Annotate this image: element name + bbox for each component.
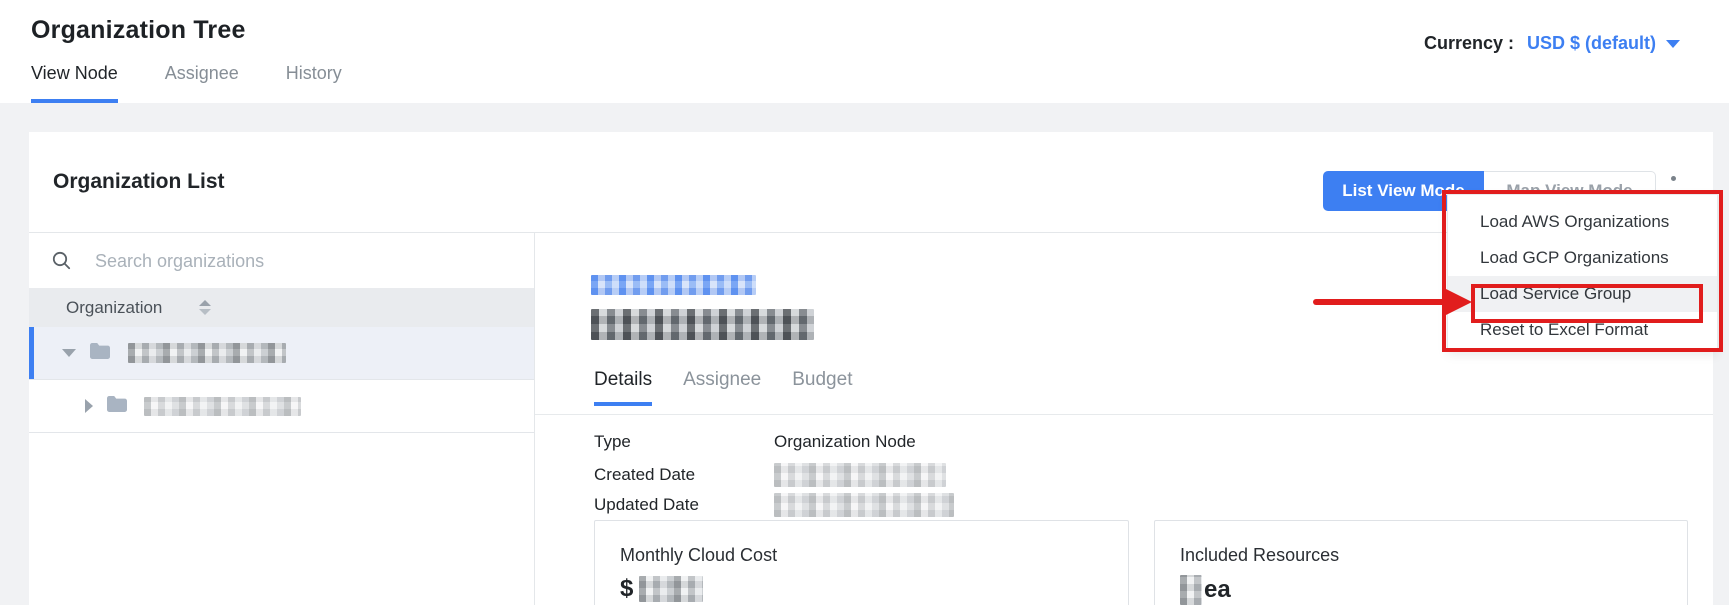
type-value: Organization Node: [774, 432, 916, 452]
tabs-divider: [535, 414, 1713, 415]
tab-detail-assignee[interactable]: Assignee: [683, 369, 761, 406]
panel-title: Organization List: [53, 170, 225, 194]
currency-selected-value: USD $ (default): [1527, 33, 1656, 54]
organization-tree-screen: Organization Tree View Node Assignee His…: [0, 0, 1729, 605]
type-label: Type: [594, 432, 774, 452]
included-resources-value: ea: [1180, 575, 1687, 605]
included-resources-card: Included Resources ea: [1154, 520, 1688, 605]
folder-icon: [106, 395, 128, 418]
menu-item-load-gcp-organizations[interactable]: Load GCP Organizations: [1448, 240, 1717, 276]
search-row: [29, 233, 534, 288]
currency-label: Currency :: [1424, 33, 1514, 54]
menu-item-load-service-group[interactable]: Load Service Group: [1448, 276, 1717, 312]
top-tab-bar: View Node Assignee History: [31, 63, 342, 103]
chevron-down-icon: [1666, 40, 1680, 48]
folder-icon: [89, 342, 111, 365]
load-options-menu: Load AWS Organizations Load GCP Organiza…: [1447, 194, 1718, 352]
sort-icon: [199, 300, 211, 315]
redacted-organization-name: [128, 343, 286, 363]
created-date-label: Created Date: [594, 465, 774, 485]
field-row-type: Type Organization Node: [594, 427, 954, 457]
app-header: Organization Tree View Node Assignee His…: [0, 0, 1729, 103]
monthly-cloud-cost-card: Monthly Cloud Cost $: [594, 520, 1129, 605]
redacted-organization-name: [144, 397, 301, 416]
included-resources-title: Included Resources: [1180, 545, 1687, 566]
tab-assignee[interactable]: Assignee: [165, 63, 239, 103]
organization-column-label: Organization: [66, 298, 162, 318]
resources-unit-suffix: ea: [1204, 576, 1231, 604]
caret-right-icon[interactable]: [85, 399, 93, 413]
monthly-cloud-cost-value: $: [620, 575, 1128, 603]
detail-fields: Type Organization Node Created Date Upda…: [594, 427, 954, 520]
updated-date-label: Updated Date: [594, 495, 774, 515]
monthly-cloud-cost-title: Monthly Cloud Cost: [620, 545, 1128, 566]
search-input[interactable]: [95, 245, 495, 277]
organization-tree-pane: Organization: [29, 233, 534, 605]
tab-budget[interactable]: Budget: [792, 369, 852, 406]
detail-tab-bar: Details Assignee Budget: [594, 369, 852, 406]
field-row-updated-date: Updated Date: [594, 490, 954, 520]
redacted-updated-date: [774, 493, 954, 517]
redacted-resource-count: [1180, 575, 1202, 605]
tree-row-root-org[interactable]: [29, 327, 534, 380]
redacted-node-path-link[interactable]: [591, 275, 756, 295]
redacted-cost-amount: [639, 576, 703, 602]
menu-item-reset-to-excel-format[interactable]: Reset to Excel Format: [1448, 312, 1717, 348]
search-icon: [52, 251, 71, 275]
tree-row-child-org[interactable]: [29, 380, 534, 433]
currency-dropdown[interactable]: USD $ (default): [1527, 33, 1680, 54]
tab-history[interactable]: History: [286, 63, 342, 103]
organization-column-header[interactable]: Organization: [29, 288, 534, 327]
page-title: Organization Tree: [31, 16, 246, 45]
currency-control: Currency : USD $ (default): [1424, 33, 1680, 54]
tab-details[interactable]: Details: [594, 369, 652, 406]
content-area: Organization List List View Mode Map Vie…: [0, 103, 1729, 605]
redacted-created-date: [774, 463, 946, 487]
menu-item-load-aws-organizations[interactable]: Load AWS Organizations: [1448, 204, 1717, 240]
redacted-node-title: [591, 309, 814, 340]
selected-row-indicator: [29, 327, 34, 379]
tab-view-node[interactable]: View Node: [31, 63, 118, 103]
caret-down-icon[interactable]: [62, 349, 76, 357]
field-row-created-date: Created Date: [594, 460, 954, 490]
stat-cards: Monthly Cloud Cost $ Included Resources …: [594, 520, 1688, 605]
currency-prefix: $: [620, 575, 633, 603]
